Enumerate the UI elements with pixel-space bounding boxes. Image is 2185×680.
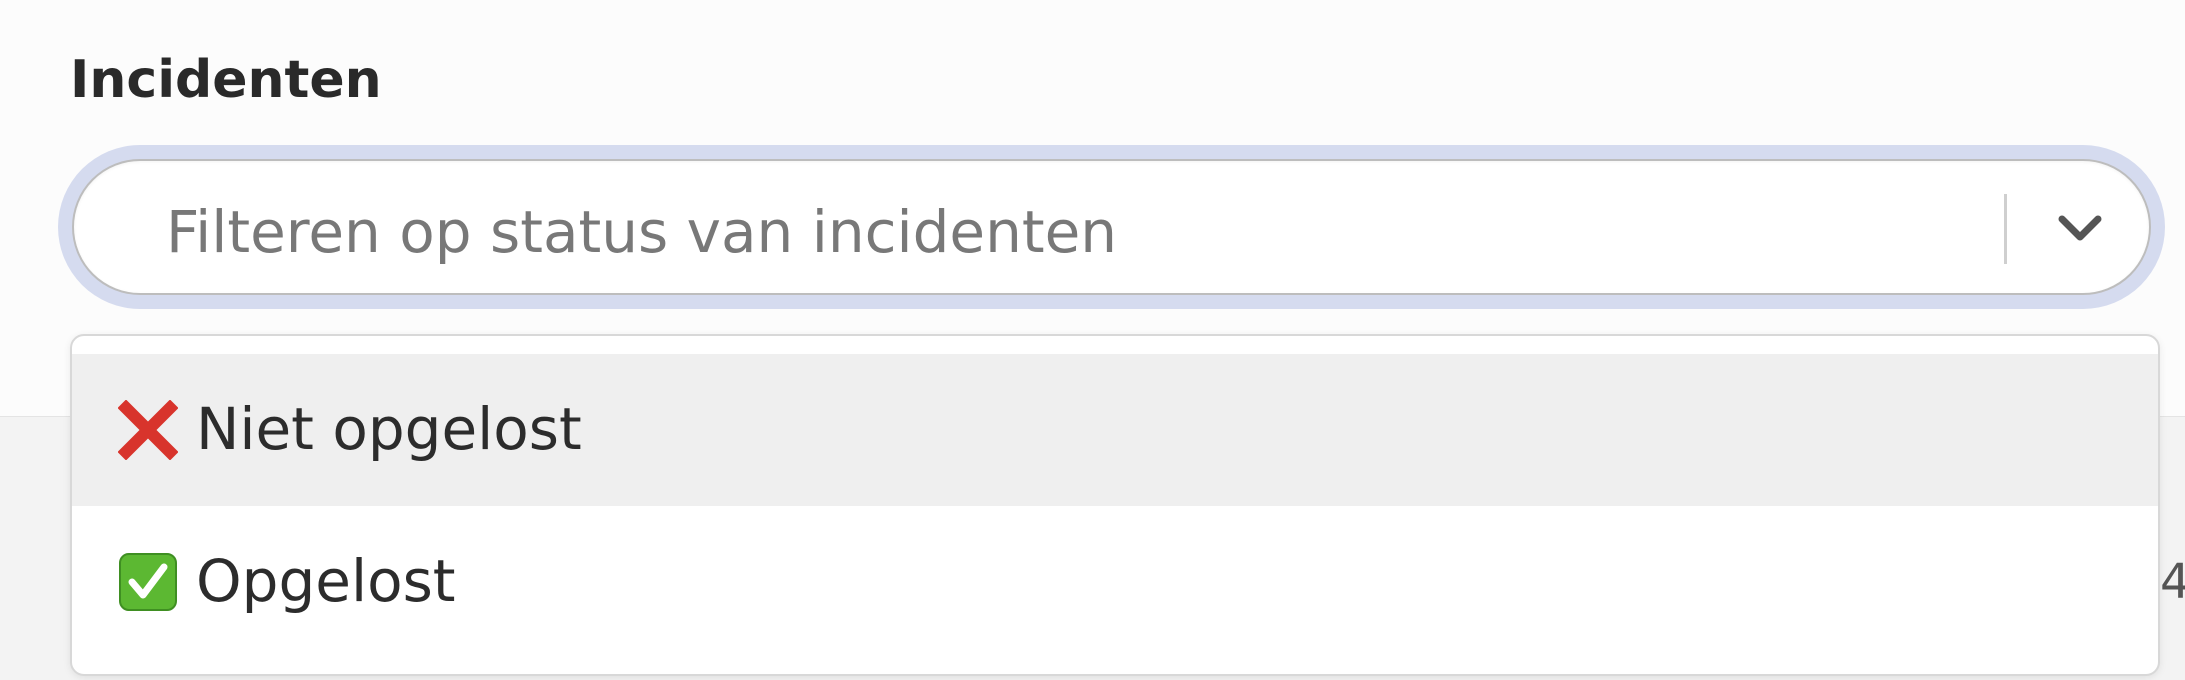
red-cross-icon	[118, 400, 178, 460]
select-placeholder: Filteren op status van incidenten	[166, 198, 1118, 266]
option-opgelost[interactable]: Opgelost	[72, 506, 2158, 658]
section-title: Incidenten	[70, 50, 382, 110]
option-label: Opgelost	[196, 547, 456, 615]
chevron-down-icon[interactable]	[2056, 207, 2104, 247]
option-label: Niet opgelost	[196, 395, 582, 463]
indicator-separator	[2004, 194, 2007, 264]
option-niet-opgelost[interactable]: Niet opgelost	[72, 354, 2158, 506]
green-check-icon	[119, 553, 177, 611]
dropdown-menu: Niet opgelost Opgelost	[70, 334, 2160, 676]
background-row-text: 4	[2160, 554, 2185, 610]
